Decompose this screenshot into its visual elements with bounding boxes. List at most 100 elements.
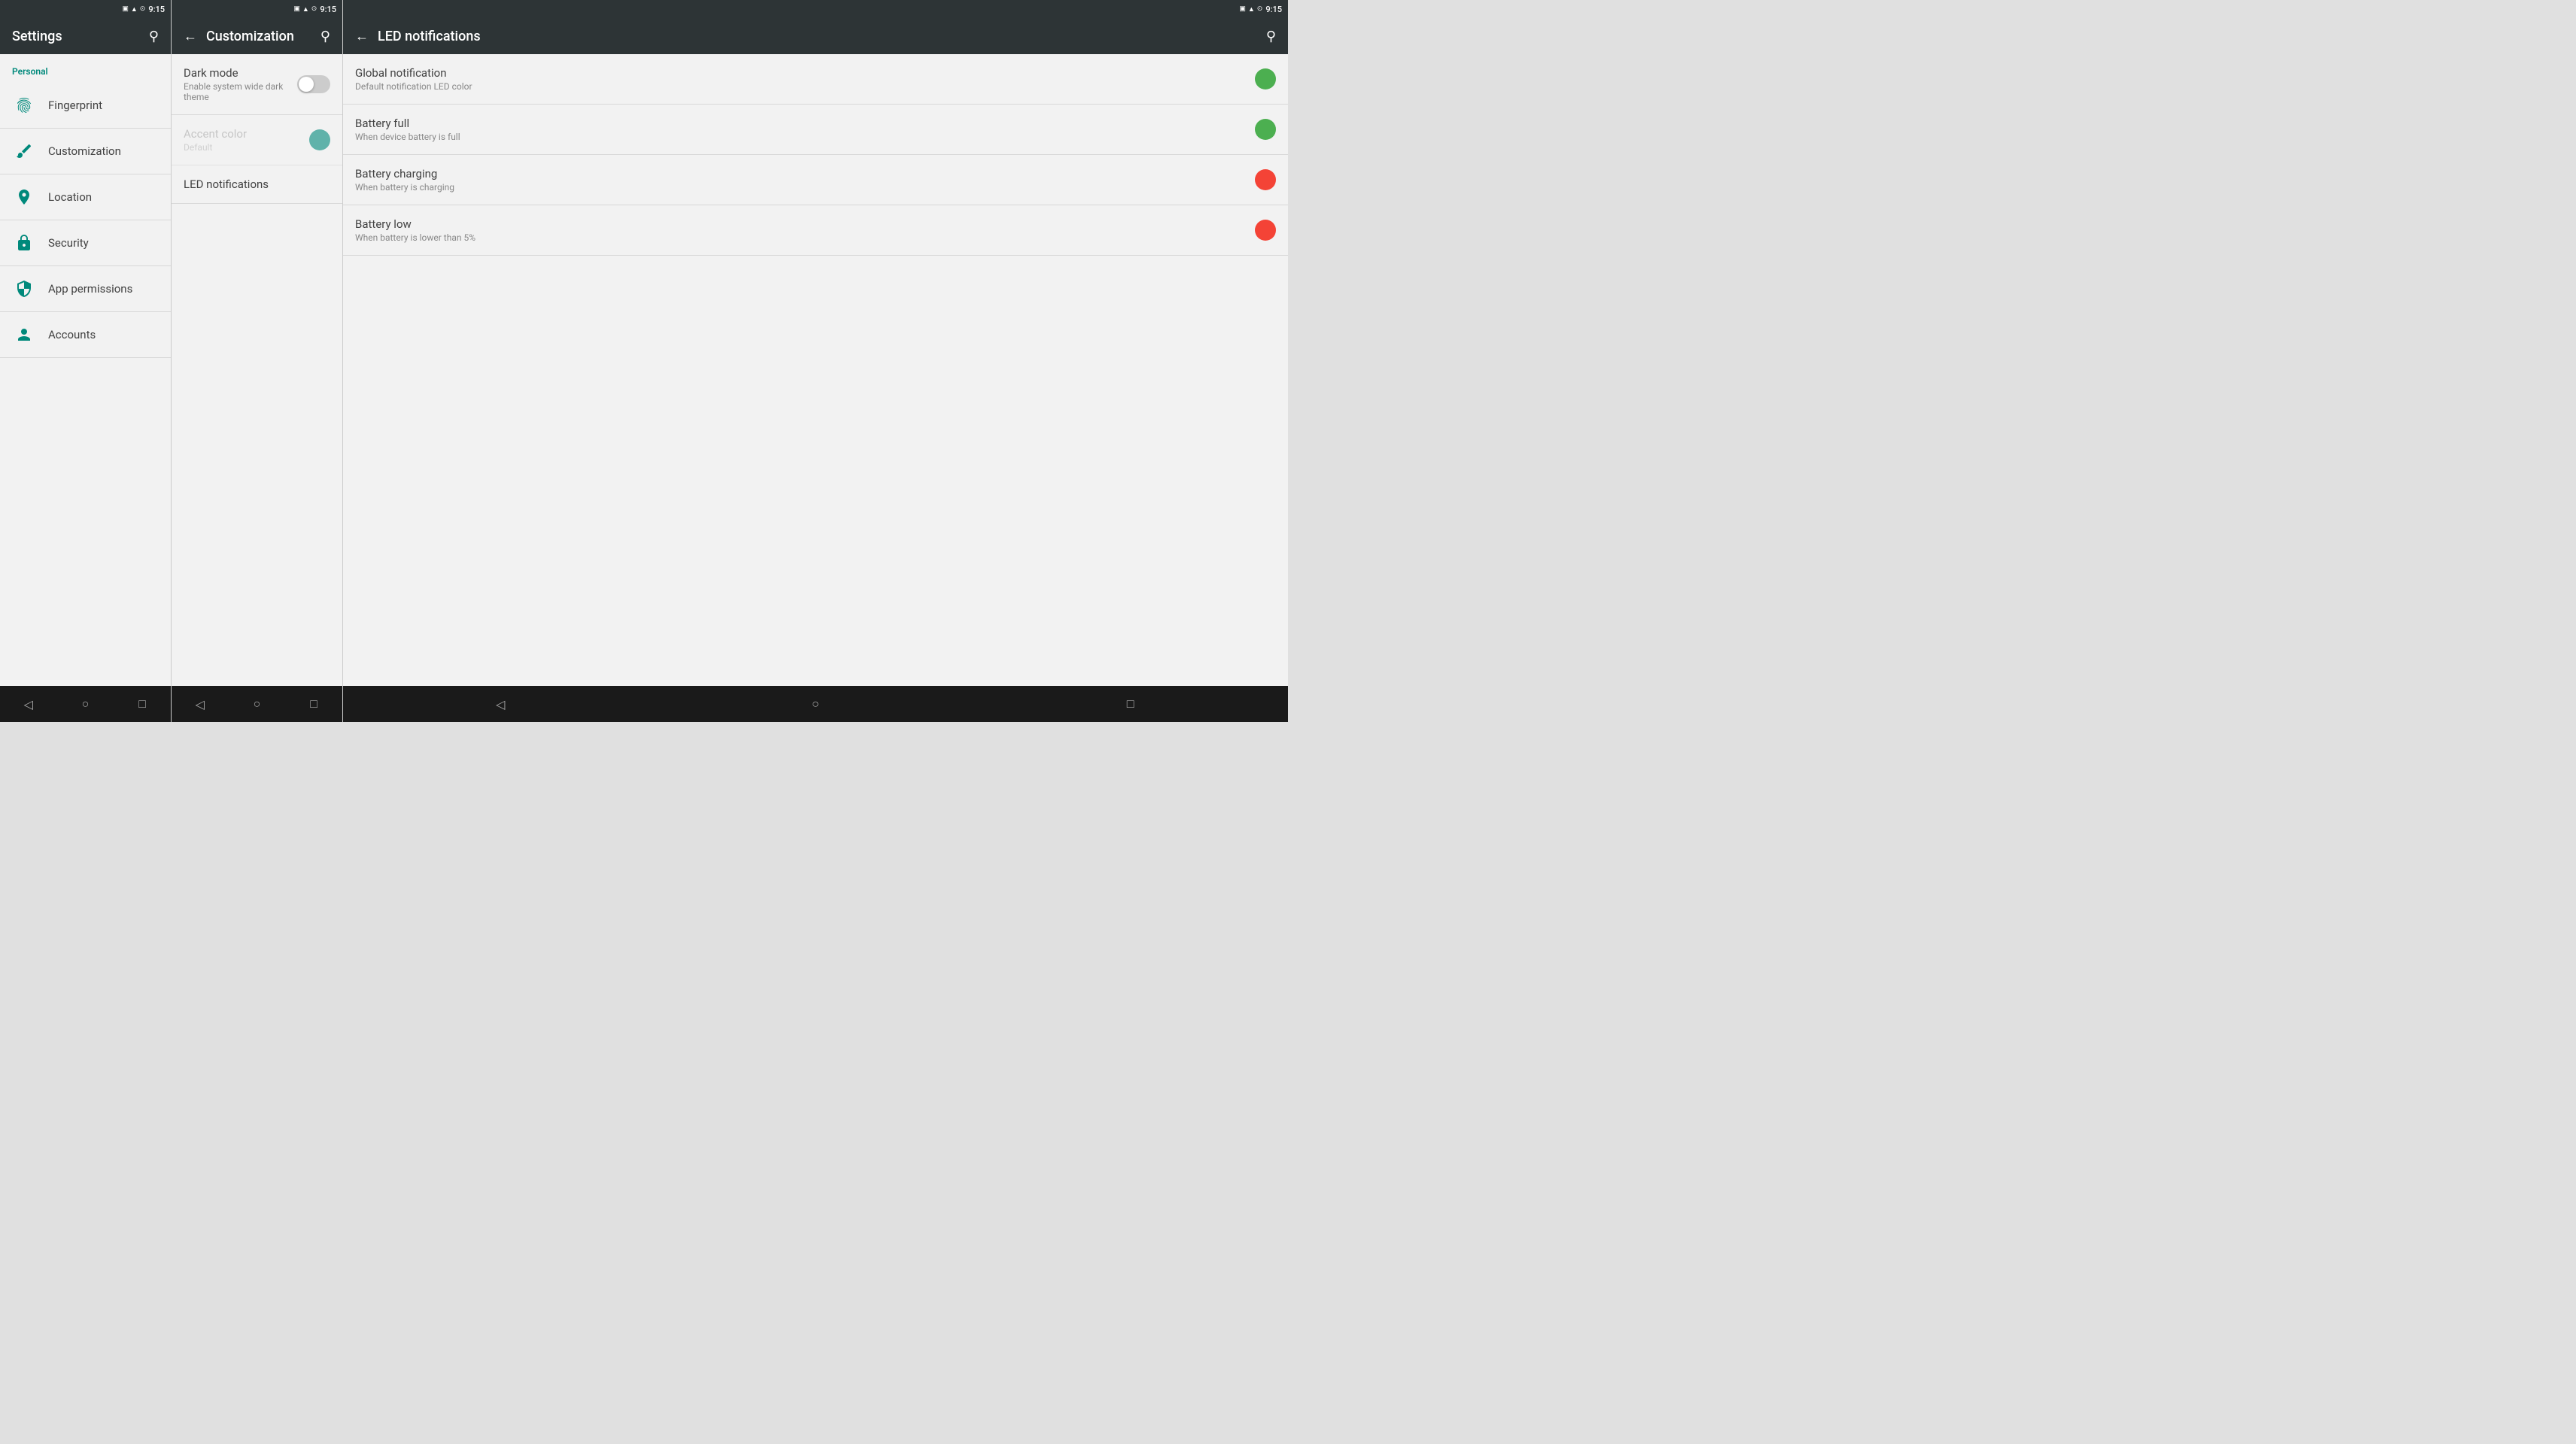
status-time-3: 9:15 (1265, 5, 1282, 14)
status-time-2: 9:15 (320, 5, 336, 14)
status-icons-3: ▣ ▲ ⊙ (1239, 5, 1262, 14)
search-icon-1[interactable]: ⚲ (149, 29, 159, 44)
menu-item-app-permissions[interactable]: App permissions (0, 266, 171, 312)
led-notifications-content: Global notification Default notification… (343, 54, 1288, 686)
menu-item-location[interactable]: Location (0, 174, 171, 220)
signal-icon: ▲ (131, 5, 138, 14)
led-notifications-panel: ▣ ▲ ⊙ 9:15 ← LED notifications ⚲ Global … (343, 0, 1288, 722)
menu-item-app-permissions-label: App permissions (48, 282, 132, 296)
recents-button-2[interactable]: □ (299, 689, 329, 719)
battery-low-row[interactable]: Battery low When battery is lower than 5… (343, 205, 1288, 256)
battery-full-text: Battery full When device battery is full (355, 117, 1255, 142)
battery-charging-text: Battery charging When battery is chargin… (355, 167, 1255, 193)
status-time-1: 9:15 (148, 5, 165, 14)
vibrate-icon-2: ▣ (293, 5, 300, 13)
customization-icon (12, 139, 36, 163)
battery-low-dot (1255, 220, 1276, 241)
location-icon (12, 185, 36, 209)
back-arrow-3[interactable]: ← (355, 29, 369, 44)
global-notification-subtitle: Default notification LED color (355, 81, 1255, 92)
signal-icon-3: ▲ (1248, 5, 1255, 14)
back-button-3[interactable]: ◁ (485, 689, 515, 719)
search-icon-2[interactable]: ⚲ (320, 29, 330, 44)
dark-mode-toggle[interactable] (297, 75, 330, 93)
menu-item-security[interactable]: Security (0, 220, 171, 266)
home-button-2[interactable]: ○ (242, 689, 272, 719)
app-bar-3: ← LED notifications ⚲ (343, 18, 1288, 54)
status-icons-2: ▣ ▲ ⊙ (293, 5, 317, 14)
customization-title: Customization (206, 29, 294, 44)
settings-content: Personal Fingerprint Customization Locat… (0, 54, 171, 686)
app-bar-left-2: ← Customization (184, 29, 294, 44)
dark-mode-text: Dark mode Enable system wide dark theme (184, 66, 297, 102)
battery-full-title: Battery full (355, 117, 1255, 130)
app-permissions-icon (12, 277, 36, 301)
global-notification-row[interactable]: Global notification Default notification… (343, 54, 1288, 105)
security-icon (12, 231, 36, 255)
led-notifications-title: LED notifications (184, 177, 330, 191)
battery-low-text: Battery low When battery is lower than 5… (355, 217, 1255, 243)
app-bar-2: ← Customization ⚲ (172, 18, 342, 54)
menu-item-fingerprint[interactable]: Fingerprint (0, 83, 171, 129)
menu-item-accounts[interactable]: Accounts (0, 312, 171, 358)
battery-full-subtitle: When device battery is full (355, 132, 1255, 142)
menu-item-customization-label: Customization (48, 144, 121, 158)
accent-color-subtitle: Default (184, 142, 309, 153)
recents-button-1[interactable]: □ (127, 689, 157, 719)
accent-color-row: Accent color Default (172, 115, 342, 165)
status-bar-2: ▣ ▲ ⊙ 9:15 (172, 0, 342, 18)
battery-charging-row[interactable]: Battery charging When battery is chargin… (343, 155, 1288, 205)
dark-mode-title: Dark mode (184, 66, 297, 80)
back-button-1[interactable]: ◁ (14, 689, 44, 719)
menu-item-customization[interactable]: Customization (0, 129, 171, 174)
menu-item-security-label: Security (48, 236, 89, 250)
menu-item-location-label: Location (48, 190, 92, 204)
settings-title: Settings (12, 29, 62, 44)
battery-icon-2: ⊙ (311, 5, 317, 13)
led-notifications-row[interactable]: LED notifications (172, 165, 342, 204)
battery-full-dot (1255, 119, 1276, 140)
accent-color-circle (309, 129, 330, 150)
back-arrow-2[interactable]: ← (184, 29, 197, 44)
status-bar-1: ▣ ▲ ⊙ 9:15 (0, 0, 171, 18)
back-button-2[interactable]: ◁ (185, 689, 215, 719)
status-icons-1: ▣ ▲ ⊙ (122, 5, 145, 14)
status-bar-3: ▣ ▲ ⊙ 9:15 (343, 0, 1288, 18)
app-bar-left-3: ← LED notifications (355, 29, 481, 44)
dark-mode-row[interactable]: Dark mode Enable system wide dark theme (172, 54, 342, 115)
global-notification-title: Global notification (355, 66, 1255, 80)
battery-full-row[interactable]: Battery full When device battery is full (343, 105, 1288, 155)
dark-mode-subtitle: Enable system wide dark theme (184, 81, 297, 102)
vibrate-icon: ▣ (122, 5, 129, 13)
toggle-knob-dark-mode (299, 77, 314, 92)
bottom-nav-2: ◁ ○ □ (172, 686, 342, 722)
home-button-1[interactable]: ○ (70, 689, 100, 719)
search-icon-3[interactable]: ⚲ (1266, 29, 1276, 44)
recents-button-3[interactable]: □ (1116, 689, 1146, 719)
app-bar-1: Settings ⚲ (0, 18, 171, 54)
global-notification-text: Global notification Default notification… (355, 66, 1255, 92)
personal-section-label: Personal (0, 54, 171, 83)
led-notifications-text: LED notifications (184, 177, 330, 191)
global-notification-dot (1255, 68, 1276, 89)
bottom-nav-1: ◁ ○ □ (0, 686, 171, 722)
battery-icon-3: ⊙ (1257, 5, 1263, 13)
vibrate-icon-3: ▣ (1239, 5, 1246, 13)
customization-content: Dark mode Enable system wide dark theme … (172, 54, 342, 686)
accent-color-text: Accent color Default (184, 127, 309, 153)
battery-charging-title: Battery charging (355, 167, 1255, 180)
signal-icon-2: ▲ (302, 5, 309, 14)
menu-item-accounts-label: Accounts (48, 328, 96, 341)
battery-low-subtitle: When battery is lower than 5% (355, 232, 1255, 243)
fingerprint-icon (12, 93, 36, 117)
led-notifications-screen-title: LED notifications (378, 29, 481, 44)
battery-charging-dot (1255, 169, 1276, 190)
battery-low-title: Battery low (355, 217, 1255, 231)
accounts-icon (12, 323, 36, 347)
menu-item-fingerprint-label: Fingerprint (48, 99, 102, 112)
accent-color-title: Accent color (184, 127, 309, 141)
bottom-nav-3: ◁ ○ □ (343, 686, 1288, 722)
battery-icon: ⊙ (140, 5, 146, 13)
customization-panel: ▣ ▲ ⊙ 9:15 ← Customization ⚲ Dark mode E… (172, 0, 343, 722)
home-button-3[interactable]: ○ (800, 689, 831, 719)
